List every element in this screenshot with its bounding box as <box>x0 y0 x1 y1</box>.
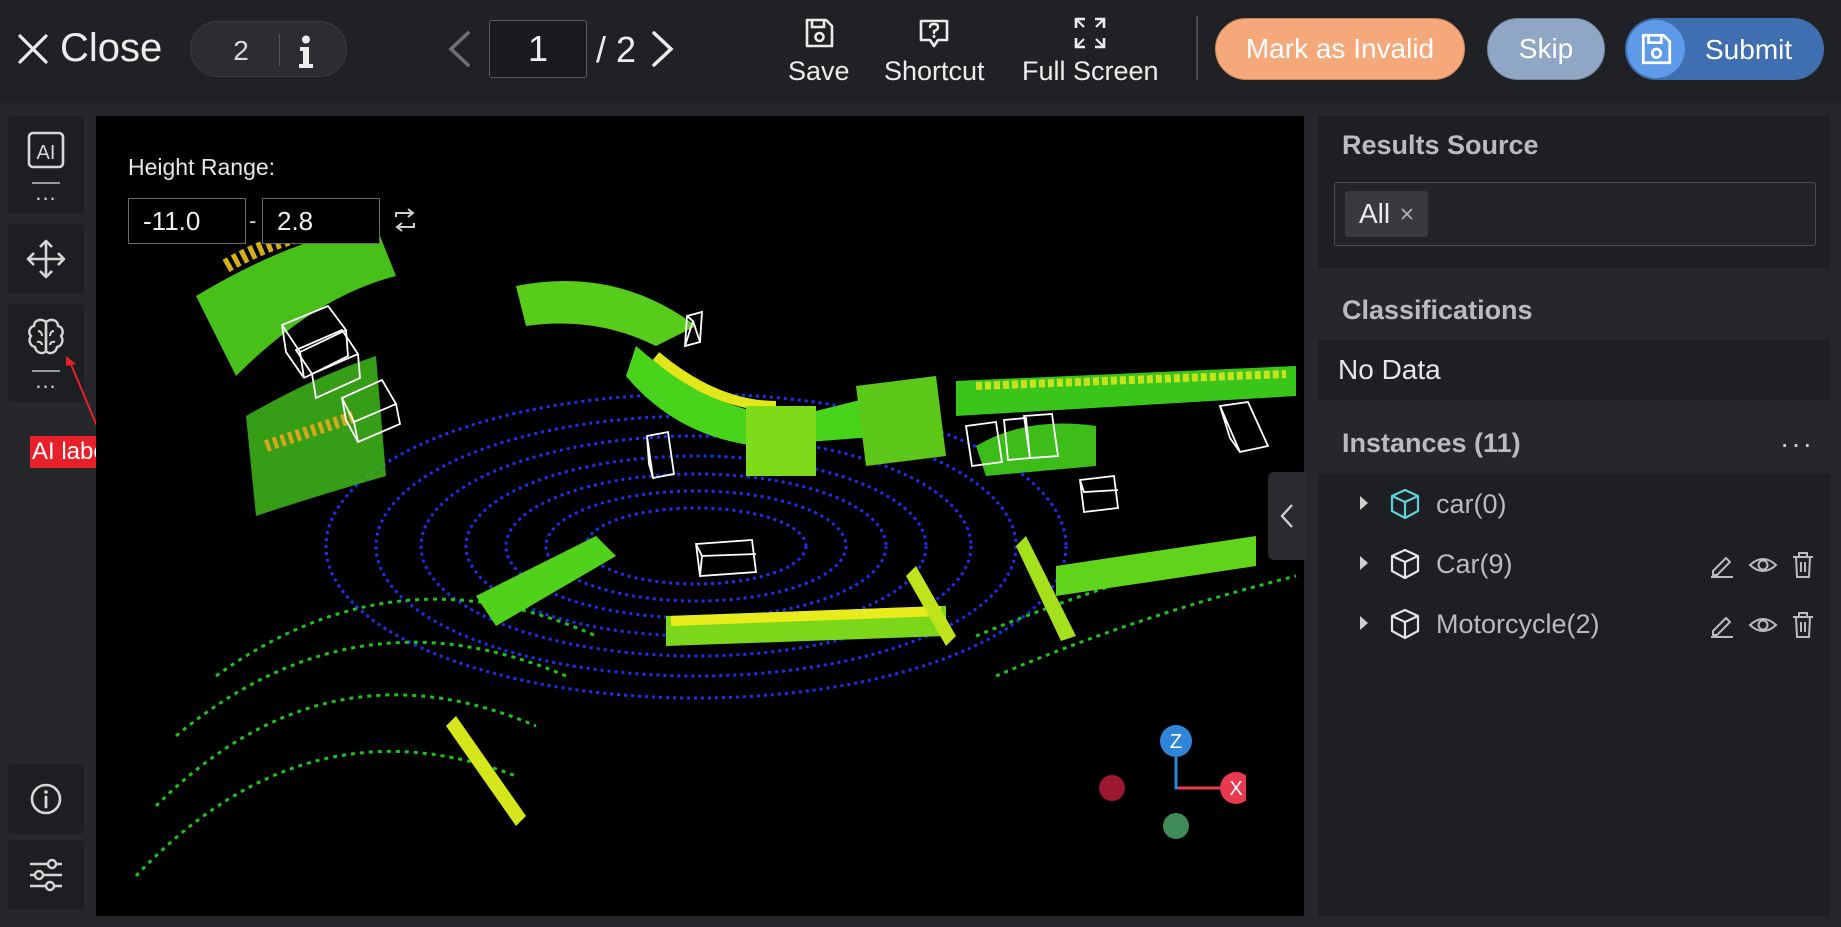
classifications-empty-text: No Data <box>1338 354 1441 385</box>
edit-icon[interactable] <box>1708 551 1736 579</box>
axis-z-label: Z <box>1170 731 1182 753</box>
save-tool-button[interactable]: Save <box>788 16 850 87</box>
mark-invalid-button[interactable]: Mark as Invalid <box>1215 18 1465 80</box>
instance-class-row[interactable]: Motorcycle(2) <box>1318 597 1830 653</box>
fullscreen-tool-button[interactable]: Full Screen <box>1022 16 1159 87</box>
eye-icon[interactable] <box>1748 551 1778 579</box>
results-source-title: Results Source <box>1342 130 1539 160</box>
instances-header: Instances (11) <box>1318 412 1830 474</box>
info-button[interactable] <box>8 764 84 834</box>
edit-icon[interactable] <box>1708 611 1736 639</box>
skip-button[interactable]: Skip <box>1487 18 1605 80</box>
info-icon <box>30 783 62 815</box>
caret-right-icon[interactable] <box>1358 554 1370 572</box>
classifications-header: Classifications <box>1318 280 1830 340</box>
save-icon <box>805 18 834 48</box>
axis-x-label: X <box>1229 778 1242 800</box>
classifications-body: No Data <box>1318 340 1830 400</box>
classifications-title: Classifications <box>1342 295 1533 325</box>
top-bar: Close 2 / 2 Save <box>0 0 1841 103</box>
save-icon <box>1627 20 1685 78</box>
more-options-label[interactable]: ... <box>8 180 84 206</box>
caret-right-icon[interactable] <box>1358 494 1370 512</box>
ai-icon-text: AI <box>37 142 56 164</box>
move-tool-button[interactable] <box>8 224 84 294</box>
instance-class-row[interactable]: Car(9) <box>1318 537 1830 593</box>
close-button[interactable]: Close <box>18 26 162 71</box>
submit-label: Submit <box>1705 34 1793 65</box>
results-source-tag: All <box>1345 191 1429 237</box>
toolbar-divider <box>1196 16 1198 80</box>
trash-icon[interactable] <box>1790 611 1816 639</box>
instances-more-button[interactable]: ··· <box>1780 428 1814 460</box>
axis-gizmo[interactable]: Z X <box>1096 721 1246 861</box>
swap-range-icon[interactable] <box>392 208 418 232</box>
fullscreen-label: Full Screen <box>1022 56 1159 86</box>
height-min-input[interactable] <box>128 198 246 244</box>
eye-icon[interactable] <box>1748 611 1778 639</box>
instance-class-label: car(0) <box>1436 489 1507 519</box>
chevron-left-icon <box>448 31 470 67</box>
ai-tool-button[interactable]: AI ... <box>8 116 84 214</box>
instance-class-label: Car(9) <box>1436 549 1513 579</box>
chevron-left-icon <box>1280 504 1293 528</box>
ai-tool-icon: AI <box>27 131 65 169</box>
chevron-right-icon <box>652 31 674 67</box>
brain-icon <box>28 318 64 355</box>
collapse-panel-button[interactable] <box>1268 472 1306 560</box>
height-range-separator: - <box>249 208 257 233</box>
instance-class-row[interactable]: car(0) <box>1318 477 1830 533</box>
move-icon <box>26 239 66 279</box>
height-range-label: Height Range: <box>128 154 276 180</box>
save-label: Save <box>788 56 850 86</box>
cube-outline-icon <box>1390 488 1420 520</box>
previous-page-button[interactable] <box>446 30 472 68</box>
fullscreen-icon <box>1074 17 1106 49</box>
sliders-icon <box>30 858 62 892</box>
close-label: Close <box>60 26 163 70</box>
next-page-button[interactable] <box>650 30 676 68</box>
shortcut-icon <box>919 19 949 48</box>
shortcut-label: Shortcut <box>884 56 985 86</box>
settings-button[interactable] <box>8 840 84 910</box>
point-cloud-viewport[interactable]: Height Range: - Z X <box>96 116 1304 916</box>
instances-title: Instances (11) <box>1342 428 1521 458</box>
trash-icon[interactable] <box>1790 551 1816 579</box>
results-source-select[interactable]: All <box>1334 182 1816 246</box>
shortcut-tool-button[interactable]: Shortcut <box>884 16 985 87</box>
caret-right-icon[interactable] <box>1358 614 1370 632</box>
page-number-input[interactable] <box>489 20 587 78</box>
submit-button[interactable]: Submit <box>1625 18 1824 80</box>
results-source-tag-label: All <box>1359 198 1391 229</box>
task-count-pill[interactable]: 2 <box>190 21 347 77</box>
instance-class-label: Motorcycle(2) <box>1436 609 1600 639</box>
close-icon[interactable] <box>1400 207 1414 221</box>
cube-outline-icon <box>1390 608 1420 640</box>
cube-outline-icon <box>1390 548 1420 580</box>
pill-divider <box>279 34 280 66</box>
close-icon <box>18 33 48 64</box>
results-source-section: Results Source All <box>1318 116 1830 268</box>
page-total: / 2 <box>596 29 637 70</box>
info-icon[interactable] <box>294 35 318 69</box>
height-max-input[interactable] <box>262 198 380 244</box>
task-count: 2 <box>233 35 249 66</box>
